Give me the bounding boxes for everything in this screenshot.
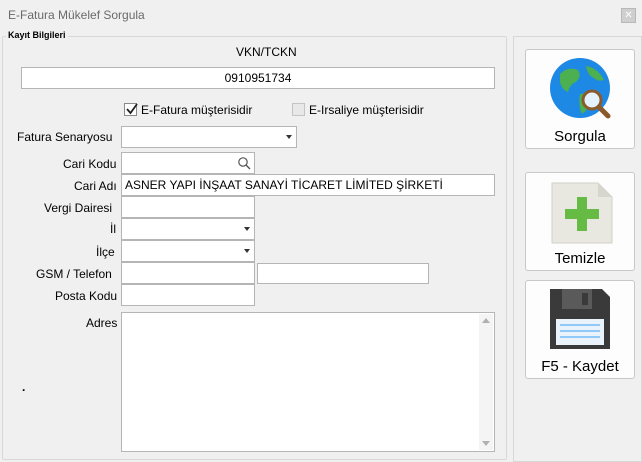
sorgula-label: Sorgula: [554, 128, 606, 145]
ilce-select[interactable]: [121, 240, 255, 262]
posta-kodu-label: Posta Kodu: [55, 289, 118, 303]
search-icon[interactable]: [237, 156, 251, 170]
fatura-senaryosu-label: Fatura Senaryosu: [17, 130, 113, 144]
il-select[interactable]: [121, 218, 255, 240]
close-icon: ✕: [624, 10, 633, 21]
chevron-down-icon: [244, 249, 250, 253]
floppy-disk-icon: [550, 289, 610, 349]
fatura-senaryosu-select[interactable]: [121, 126, 297, 148]
new-document-plus-icon: [551, 182, 613, 244]
vergi-dairesi-input[interactable]: [121, 196, 255, 218]
ilce-label: İlçe: [96, 245, 115, 259]
sorgula-button[interactable]: Sorgula: [525, 49, 635, 149]
kaydet-button[interactable]: F5 - Kaydet: [525, 280, 635, 379]
title-bar: E-Fatura Mükelef Sorgula ✕: [0, 0, 642, 30]
group-label: Kayıt Bilgileri: [6, 30, 68, 40]
adres-scrollbar[interactable]: [479, 314, 493, 450]
scroll-up-icon[interactable]: [482, 318, 490, 323]
dot-marker: .: [22, 380, 26, 394]
gsm-label: GSM / Telefon: [36, 267, 112, 281]
eirsaliye-label: E-Irsaliye müşterisidir: [309, 103, 424, 117]
posta-kodu-input[interactable]: [121, 284, 255, 306]
cari-adi-label: Cari Adı: [74, 179, 117, 193]
temizle-button[interactable]: Temizle: [525, 172, 635, 271]
scroll-down-icon[interactable]: [482, 441, 490, 446]
adres-label: Adres: [86, 316, 118, 330]
kaydet-label: F5 - Kaydet: [541, 358, 619, 375]
globe-search-icon: [550, 58, 611, 119]
temizle-label: Temizle: [554, 250, 606, 267]
vergi-dairesi-label: Vergi Dairesi: [44, 201, 113, 215]
cari-kodu-input[interactable]: [121, 152, 255, 174]
eirsaliye-checkbox[interactable]: [292, 103, 305, 116]
adres-textarea[interactable]: [121, 312, 495, 452]
cari-kodu-label: Cari Kodu: [63, 157, 117, 171]
gsm-input[interactable]: [121, 262, 255, 284]
efatura-label: E-Fatura müşterisidir: [141, 103, 253, 117]
cari-adi-input[interactable]: ASNER YAPI İNŞAAT SANAYİ TİCARET LİMİTED…: [121, 174, 495, 196]
checkmark-icon: [126, 103, 138, 115]
close-button[interactable]: ✕: [621, 8, 636, 23]
il-label: İl: [110, 222, 116, 236]
vkn-input[interactable]: 0910951734: [21, 67, 495, 89]
chevron-down-icon: [286, 135, 292, 139]
vkn-label: VKN/TCKN: [236, 45, 297, 59]
telefon-input[interactable]: [257, 263, 429, 284]
window-title: E-Fatura Mükelef Sorgula: [8, 8, 145, 22]
chevron-down-icon: [244, 227, 250, 231]
efatura-checkbox[interactable]: [124, 103, 138, 116]
